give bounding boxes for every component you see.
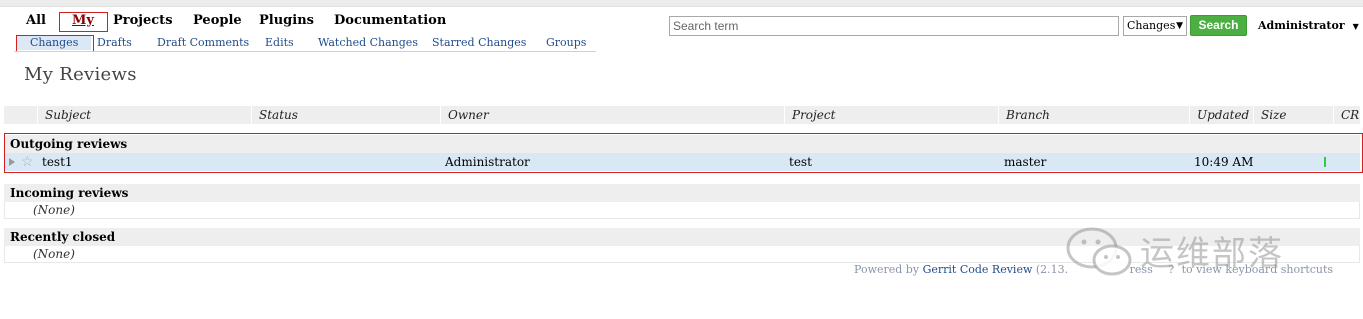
user-menu[interactable]: Administrator ▼ — [1258, 19, 1359, 32]
col-status[interactable]: Status — [251, 106, 439, 124]
menu-documentation[interactable]: Documentation — [334, 12, 446, 30]
search-type-value: Changes — [1127, 19, 1176, 32]
outgoing-highlight-box — [4, 133, 1363, 173]
col-cr[interactable]: CR — [1333, 106, 1360, 124]
col-project[interactable]: Project — [784, 106, 998, 124]
menu-all[interactable]: All — [26, 12, 46, 30]
submenu-watched-changes[interactable]: Watched Changes — [318, 36, 418, 50]
table-header: Subject Status Owner Project Branch Upda… — [4, 106, 1360, 124]
submenu-edits[interactable]: Edits — [265, 36, 294, 50]
user-name: Administrator — [1258, 19, 1345, 32]
footer-hint-press: ress — [1129, 263, 1153, 276]
footer-hint-key: ? — [1168, 263, 1175, 276]
submenu-drafts[interactable]: Drafts — [97, 36, 132, 50]
search-type-select[interactable]: Changes ▼ — [1123, 16, 1187, 36]
changes-highlight-box — [16, 35, 94, 52]
col-size[interactable]: Size — [1253, 106, 1333, 124]
submenu-draft-comments[interactable]: Draft Comments — [157, 36, 249, 50]
empty-row: (None) — [4, 202, 1360, 219]
submenu-groups[interactable]: Groups — [546, 36, 586, 50]
footer-version: (2.13. — [1035, 263, 1069, 276]
footer-prefix: Powered by — [854, 263, 920, 276]
menu-plugins[interactable]: Plugins — [259, 12, 314, 30]
col-updated[interactable]: Updated — [1189, 106, 1252, 124]
col-branch[interactable]: Branch — [998, 106, 1188, 124]
my-highlight-box — [59, 12, 108, 32]
col-owner[interactable]: Owner — [440, 106, 784, 124]
gerrit-link[interactable]: Gerrit Code Review — [923, 263, 1033, 276]
submenu-starred-changes[interactable]: Starred Changes — [432, 36, 526, 50]
menu-projects[interactable]: Projects — [113, 12, 173, 30]
footer-hint-suffix: to view keyboard shortcuts — [1181, 263, 1334, 276]
col-subject[interactable]: Subject — [37, 106, 250, 124]
submenu-divider — [14, 51, 596, 52]
page-title: My Reviews — [24, 64, 137, 85]
section-title: Incoming reviews — [4, 184, 1360, 202]
chevron-down-icon: ▼ — [1176, 21, 1183, 31]
caret-down-icon: ▼ — [1352, 21, 1359, 31]
footer: Powered by Gerrit Code Review (2.13. res… — [854, 263, 1333, 276]
menu-people[interactable]: People — [193, 12, 242, 30]
search-button[interactable]: Search — [1190, 15, 1247, 36]
top-border — [0, 0, 1363, 7]
search-input[interactable] — [669, 16, 1119, 36]
